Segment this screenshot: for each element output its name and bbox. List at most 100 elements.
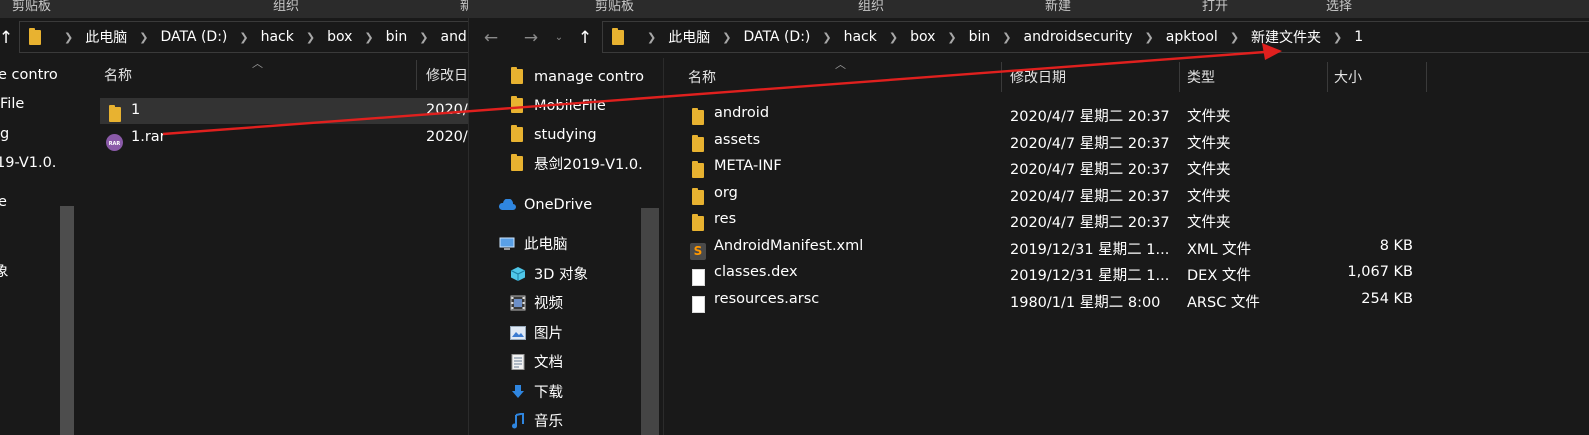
crumb-data-drive[interactable]: DATA (D:) — [160, 29, 227, 45]
file-row[interactable]: 1 2020/ — [100, 98, 468, 124]
crumb-1[interactable]: 1 — [1354, 29, 1363, 45]
left-explorer-window: 剪贴板 组织 新 ↑ ❯ 此电脑 ❯ DATA (D:) ❯ hack ❯ bo… — [0, 0, 468, 435]
chevron-right-icon[interactable]: ❯ — [306, 31, 315, 44]
chevron-right-icon[interactable]: ❯ — [647, 31, 656, 44]
chevron-right-icon[interactable]: ❯ — [1002, 31, 1011, 44]
nav-item-label: 图片 — [534, 326, 563, 342]
file-row[interactable]: classes.dex 2019/12/31 星期二 1... DEX 文件 1… — [683, 260, 1583, 286]
pane-divider[interactable] — [663, 58, 664, 435]
crumb-box[interactable]: box — [327, 29, 352, 45]
column-divider[interactable] — [416, 60, 417, 90]
column-divider[interactable] — [1001, 62, 1002, 92]
chevron-right-icon[interactable]: ❯ — [419, 31, 428, 44]
sort-ascending-icon: ︿ — [252, 57, 263, 70]
file-modified: 2019/12/31 星期二 1... — [1010, 242, 1170, 258]
nav-scrollbar-thumb[interactable] — [641, 208, 659, 435]
ribbon-open-label[interactable]: 打开 — [1202, 0, 1228, 14]
file-modified: 2020/ — [426, 102, 468, 118]
column-header-name[interactable]: 名称 — [104, 60, 132, 90]
nav-scrollbar-thumb[interactable] — [60, 206, 74, 435]
file-row[interactable]: META-INF 2020/4/7 星期二 20:37 文件夹 — [683, 154, 1583, 180]
file-row[interactable]: RAR 1.rar 2020/ — [100, 125, 468, 151]
crumb-data-drive[interactable]: DATA (D:) — [743, 29, 810, 45]
column-header-modified[interactable]: 修改日 — [426, 60, 468, 90]
nav-item-label: 19-V1.0. — [0, 154, 57, 171]
folder-icon — [692, 214, 704, 231]
ribbon-group-labels: 剪贴板 组织 新建 打开 选择 — [469, 0, 1589, 18]
quick-access-label: MobileFile — [534, 97, 606, 114]
file-type: 文件夹 — [1187, 189, 1231, 205]
recent-locations-chevron-icon[interactable]: ⌄ — [547, 26, 571, 50]
address-bar[interactable]: ❯ 此电脑 ❯ DATA (D:) ❯ hack ❯ box ❯ bin ❯ a… — [19, 21, 468, 53]
ribbon-new-label[interactable]: 新 — [460, 0, 468, 14]
nav-item-label: 象 — [0, 264, 9, 280]
address-bar[interactable]: ❯ 此电脑 ❯ DATA (D:) ❯ hack ❯ box ❯ bin ❯ a… — [602, 21, 1589, 53]
crumb-bin[interactable]: bin — [386, 29, 408, 45]
file-row[interactable]: S AndroidManifest.xml 2019/12/31 星期二 1..… — [683, 234, 1583, 260]
back-arrow-icon[interactable]: ← — [479, 26, 503, 50]
breadcrumb: ❯ 此电脑 ❯ DATA (D:) ❯ hack ❯ box ❯ bin ❯ a… — [635, 22, 1363, 52]
chevron-right-icon[interactable]: ❯ — [1230, 31, 1239, 44]
pictures-icon — [509, 324, 527, 342]
file-row[interactable]: org 2020/4/7 星期二 20:37 文件夹 — [683, 181, 1583, 207]
chevron-right-icon[interactable]: ❯ — [889, 31, 898, 44]
file-name: res — [714, 211, 737, 227]
crumb-box[interactable]: box — [910, 29, 935, 45]
chevron-right-icon[interactable]: ❯ — [64, 31, 73, 44]
ribbon-organize-label[interactable]: 组织 — [273, 0, 299, 14]
file-size: 1,067 KB — [1347, 264, 1413, 280]
crumb-bin[interactable]: bin — [969, 29, 991, 45]
forward-arrow-icon[interactable]: → — [519, 26, 543, 50]
column-header-name[interactable]: 名称 — [688, 62, 716, 92]
file-name: classes.dex — [714, 264, 798, 280]
nav-item-label: 下载 — [534, 385, 563, 401]
column-header-type[interactable]: 类型 — [1187, 62, 1215, 92]
chevron-right-icon[interactable]: ❯ — [722, 31, 731, 44]
chevron-right-icon[interactable]: ❯ — [947, 31, 956, 44]
file-name: META-INF — [714, 158, 782, 174]
file-type: DEX 文件 — [1187, 268, 1251, 284]
file-row[interactable]: resources.arsc 1980/1/1 星期二 8:00 ARSC 文件… — [683, 287, 1583, 313]
chevron-right-icon[interactable]: ❯ — [1145, 31, 1154, 44]
crumb-hack[interactable]: hack — [261, 29, 294, 45]
chevron-right-icon[interactable]: ❯ — [139, 31, 148, 44]
crumb-this-pc[interactable]: 此电脑 — [668, 27, 710, 47]
column-divider[interactable] — [1327, 62, 1328, 92]
file-icon — [692, 296, 705, 313]
crumb-hack[interactable]: hack — [844, 29, 877, 45]
chevron-right-icon[interactable]: ❯ — [364, 31, 373, 44]
column-header-size[interactable]: 大小 — [1334, 62, 1362, 92]
3d-objects-icon — [509, 265, 527, 283]
up-arrow-icon[interactable]: ↑ — [0, 26, 18, 50]
folder-icon — [692, 161, 704, 178]
crumb-androidsecurity[interactable]: androidse — [440, 29, 468, 45]
crumb-androidsecurity[interactable]: androidsecurity — [1023, 29, 1132, 45]
ribbon-organize-label[interactable]: 组织 — [858, 0, 884, 14]
crumb-apktool[interactable]: apktool — [1166, 29, 1218, 45]
file-name: android — [714, 105, 770, 121]
chevron-right-icon[interactable]: ❯ — [239, 31, 248, 44]
ribbon-group-labels: 剪贴板 组织 新 — [0, 0, 468, 18]
chevron-right-icon[interactable]: ❯ — [1333, 31, 1342, 44]
file-row[interactable]: assets 2020/4/7 星期二 20:37 文件夹 — [683, 128, 1583, 154]
quick-access-label: studying — [534, 126, 597, 143]
column-divider[interactable] — [1426, 62, 1427, 92]
ribbon-clipboard-label[interactable]: 剪贴板 — [12, 0, 51, 14]
file-row[interactable]: android 2020/4/7 星期二 20:37 文件夹 — [683, 101, 1583, 127]
folder-icon — [29, 28, 41, 45]
file-name: org — [714, 185, 738, 201]
file-name: resources.arsc — [714, 291, 820, 307]
crumb-this-pc[interactable]: 此电脑 — [85, 27, 127, 47]
file-row[interactable]: res 2020/4/7 星期二 20:37 文件夹 — [683, 207, 1583, 233]
chevron-right-icon[interactable]: ❯ — [822, 31, 831, 44]
crumb-new-folder[interactable]: 新建文件夹 — [1251, 27, 1321, 47]
ribbon-select-label[interactable]: 选择 — [1326, 0, 1352, 14]
ribbon-new-label[interactable]: 新建 — [1045, 0, 1071, 14]
column-header-modified[interactable]: 修改日期 — [1010, 62, 1066, 92]
column-divider[interactable] — [1179, 62, 1180, 92]
nav-item-label: 3D 对象 — [534, 267, 588, 283]
folder-icon — [511, 67, 523, 84]
folder-icon — [511, 154, 523, 171]
ribbon-clipboard-label[interactable]: 剪贴板 — [595, 0, 634, 14]
up-arrow-icon[interactable]: ↑ — [573, 26, 597, 50]
